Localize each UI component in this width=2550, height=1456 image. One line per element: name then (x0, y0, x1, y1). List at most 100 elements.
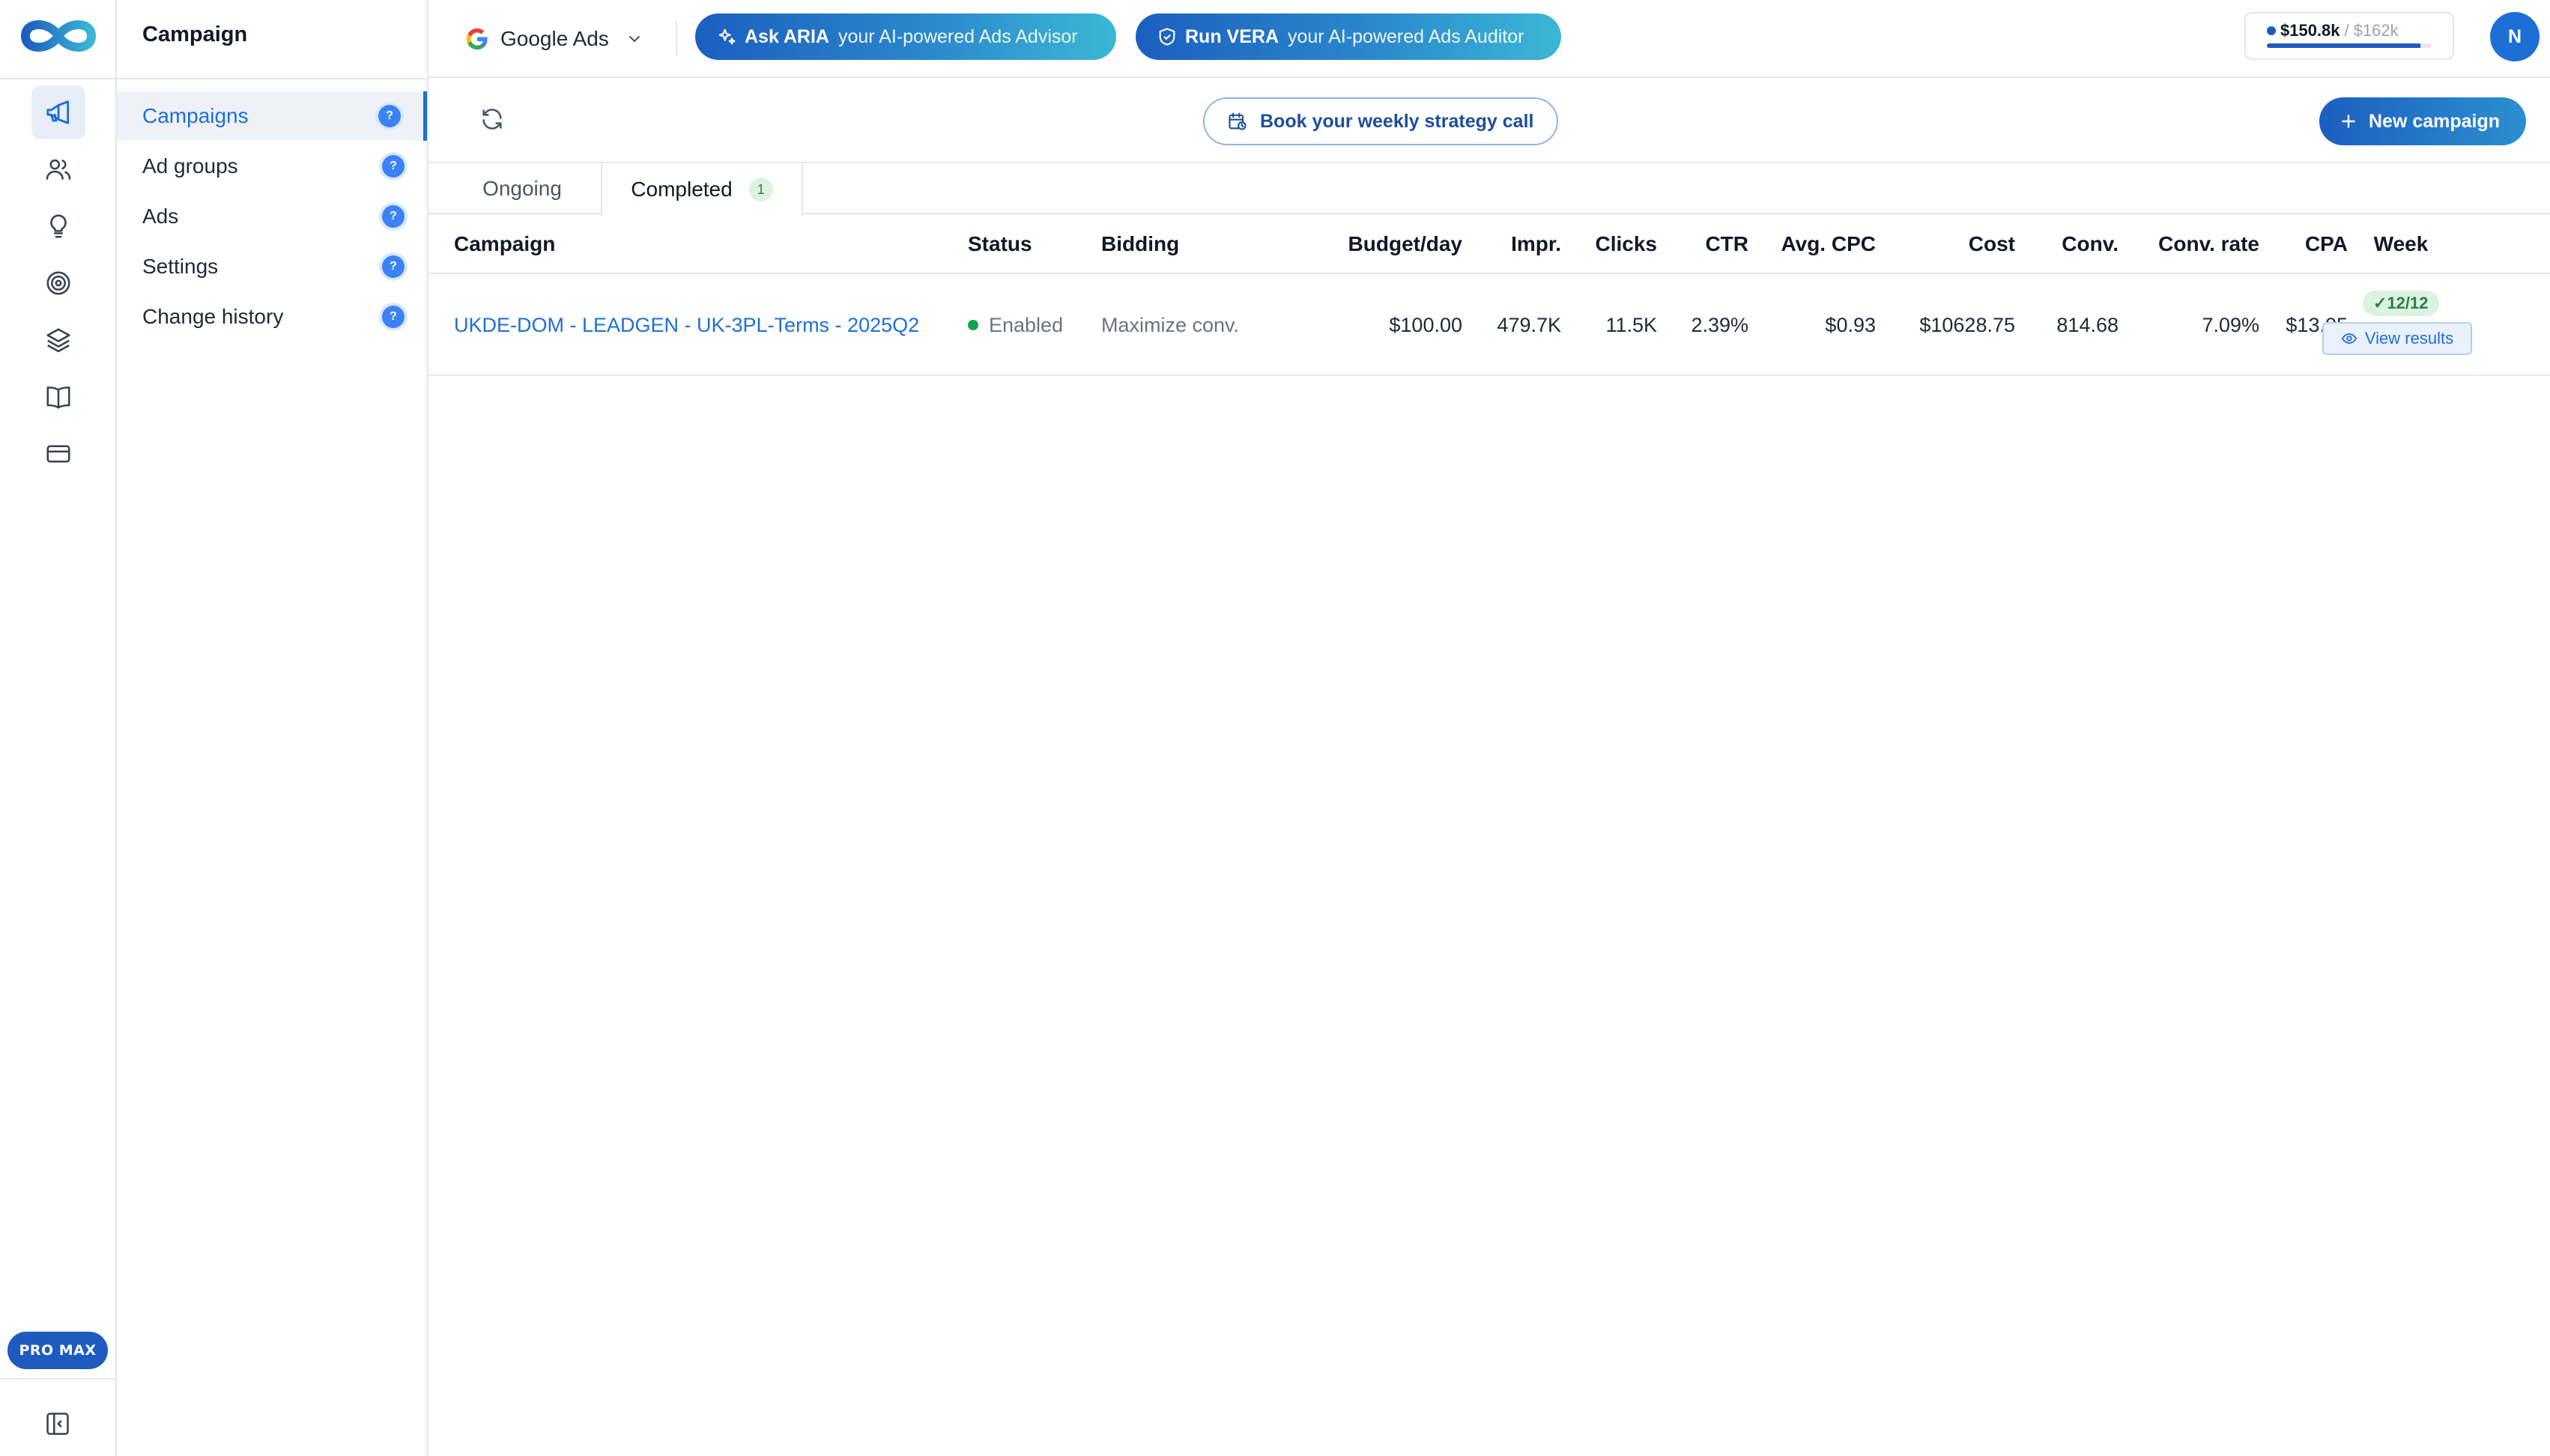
user-avatar[interactable]: N (2490, 12, 2540, 61)
column-header-ctr[interactable]: CTR (1665, 214, 1748, 274)
subnav-item-label: Change history (142, 305, 284, 328)
lightbulb-icon (50, 214, 67, 238)
new-campaign-button[interactable]: New campaign (2319, 97, 2526, 145)
week-cell: ✓ 12/12 View results (2321, 274, 2481, 376)
impressions-cell: 479.7K (1497, 313, 1561, 336)
shield-check-icon (1159, 28, 1175, 46)
tab-ongoing[interactable]: Ongoing (437, 163, 607, 214)
campaign-name-link[interactable]: UKDE-DOM - LEADGEN - UK-3PL-Terms - 2025… (454, 274, 919, 376)
subnav-item-campaigns[interactable]: Campaigns ? (117, 91, 427, 141)
table-row: UKDE-DOM - LEADGEN - UK-3PL-Terms - 2025… (428, 274, 2550, 376)
rail-item-assets[interactable] (31, 313, 85, 367)
tab-count-badge: 1 (748, 178, 773, 201)
refresh-icon[interactable] (479, 106, 505, 132)
subnav-item-settings[interactable]: Settings ? (117, 242, 427, 291)
avg-cpc-cell: $0.93 (1825, 313, 1876, 336)
subnav-item-change-history[interactable]: Change history ? (117, 292, 427, 342)
subnav-divider (117, 78, 427, 79)
week-progress-label: 12/12 (2387, 294, 2429, 312)
view-results-button[interactable]: View results (2322, 322, 2472, 355)
budget-dot (2267, 26, 2276, 35)
aria-sublabel: your AI-powered Ads Advisor (838, 25, 1078, 47)
budget-limit: $162k (2353, 21, 2399, 40)
column-header-conversions[interactable]: Conv. (2021, 214, 2119, 274)
column-header-status[interactable]: Status (968, 214, 1032, 274)
campaign-tabs: Ongoing Completed 1 (428, 163, 2550, 216)
column-header-week[interactable]: Week (2321, 214, 2481, 274)
rail-item-insights[interactable] (31, 199, 85, 253)
run-vera-button[interactable]: Run VERA your AI-powered Ads Auditor (1136, 13, 1561, 60)
credit-card-icon (46, 445, 70, 463)
tab-label: Completed (631, 178, 733, 201)
subnav-title: Campaign (142, 22, 248, 46)
help-icon[interactable]: ? (378, 105, 401, 127)
spend-budget-widget[interactable]: $150.8k / $162k (2244, 12, 2454, 60)
tab-label: Ongoing (482, 177, 562, 200)
check-icon: ✓ (2373, 294, 2387, 312)
subnav-item-ads[interactable]: Ads ? (117, 192, 427, 241)
subnav-item-label: Ads (142, 204, 179, 228)
rail-item-audiences[interactable] (31, 142, 85, 196)
target-icon (46, 271, 70, 295)
infinity-logo-icon[interactable] (19, 15, 97, 57)
layers-icon (46, 328, 70, 353)
status-dot (968, 320, 978, 330)
app-root: PRO MAX Campaign Campaigns ? Ad groups ?… (0, 0, 2550, 1456)
icon-rail: PRO MAX (0, 0, 117, 1456)
budget-text: $150.8k / $162k (2267, 21, 2399, 40)
aria-label: Ask ARIA (745, 25, 829, 47)
eye-icon (2341, 333, 2357, 344)
platform-selector[interactable]: Google Ads (464, 18, 643, 60)
book-strategy-call-button[interactable]: Book your weekly strategy call (1203, 97, 1558, 145)
campaign-subnav: Campaign Campaigns ? Ad groups ? Ads ? S… (117, 0, 428, 1456)
column-header-impressions[interactable]: Impr. (1470, 214, 1561, 274)
column-header-cost[interactable]: Cost (1882, 214, 2015, 274)
column-header-budget-day[interactable]: Budget/day (1275, 214, 1462, 274)
rail-item-guides[interactable] (31, 370, 85, 424)
vera-sublabel: your AI-powered Ads Auditor (1288, 25, 1524, 47)
column-header-bidding[interactable]: Bidding (1101, 214, 1179, 274)
rail-divider-bottom (0, 1378, 117, 1380)
budget-spent: $150.8k (2280, 21, 2340, 40)
users-icon (46, 159, 71, 180)
sparkles-icon (718, 28, 736, 45)
calendar-clock-icon (1229, 112, 1247, 130)
sidebar-collapse-icon[interactable] (43, 1410, 72, 1438)
help-icon[interactable]: ? (382, 205, 405, 228)
column-header-clicks[interactable]: Clicks (1567, 214, 1658, 274)
column-header-avg-cpc[interactable]: Avg. CPC (1754, 214, 1876, 274)
ask-aria-button[interactable]: Ask ARIA your AI-powered Ads Advisor (695, 13, 1116, 60)
conversions-cell: 814.68 (2056, 313, 2119, 336)
rail-item-billing[interactable] (31, 427, 85, 481)
help-icon[interactable]: ? (382, 306, 405, 328)
bidding-cell: Maximize conv. (1101, 313, 1240, 336)
plus-icon (2342, 115, 2355, 128)
plan-badge[interactable]: PRO MAX (7, 1332, 108, 1369)
book-call-label: Book your weekly strategy call (1260, 110, 1534, 132)
megaphone-icon (46, 100, 70, 124)
budget-separator: / (2344, 21, 2349, 40)
budget-progress-track (2267, 43, 2432, 48)
subnav-item-label: Ad groups (142, 154, 238, 178)
subnav-item-ad-groups[interactable]: Ad groups ? (117, 142, 427, 191)
book-icon (46, 386, 70, 409)
topbar-divider (676, 21, 677, 55)
subnav-item-label: Settings (142, 255, 219, 278)
tab-completed[interactable]: Completed 1 (601, 163, 803, 216)
top-bar: Google Ads Ask ARIA your AI-powered Ads … (428, 0, 2550, 78)
rail-item-campaigns[interactable] (31, 85, 85, 139)
google-icon (466, 28, 488, 50)
campaigns-table: Campaign Status Bidding Budget/day Impr.… (428, 214, 2550, 376)
help-icon[interactable]: ? (382, 155, 405, 178)
conv-rate-cell: 7.09% (2202, 313, 2259, 336)
clicks-cell: 11.5K (1605, 313, 1657, 336)
column-header-conv-rate[interactable]: Conv. rate (2126, 214, 2259, 274)
week-progress-badge: ✓ 12/12 (2363, 291, 2439, 316)
new-campaign-label: New campaign (2369, 110, 2501, 132)
help-icon[interactable]: ? (382, 255, 405, 278)
rail-divider (0, 78, 117, 79)
ctr-cell: 2.39% (1691, 313, 1748, 336)
budget-progress-fill (2267, 43, 2420, 48)
rail-item-goals[interactable] (31, 256, 85, 310)
column-header-campaign[interactable]: Campaign (454, 214, 555, 274)
